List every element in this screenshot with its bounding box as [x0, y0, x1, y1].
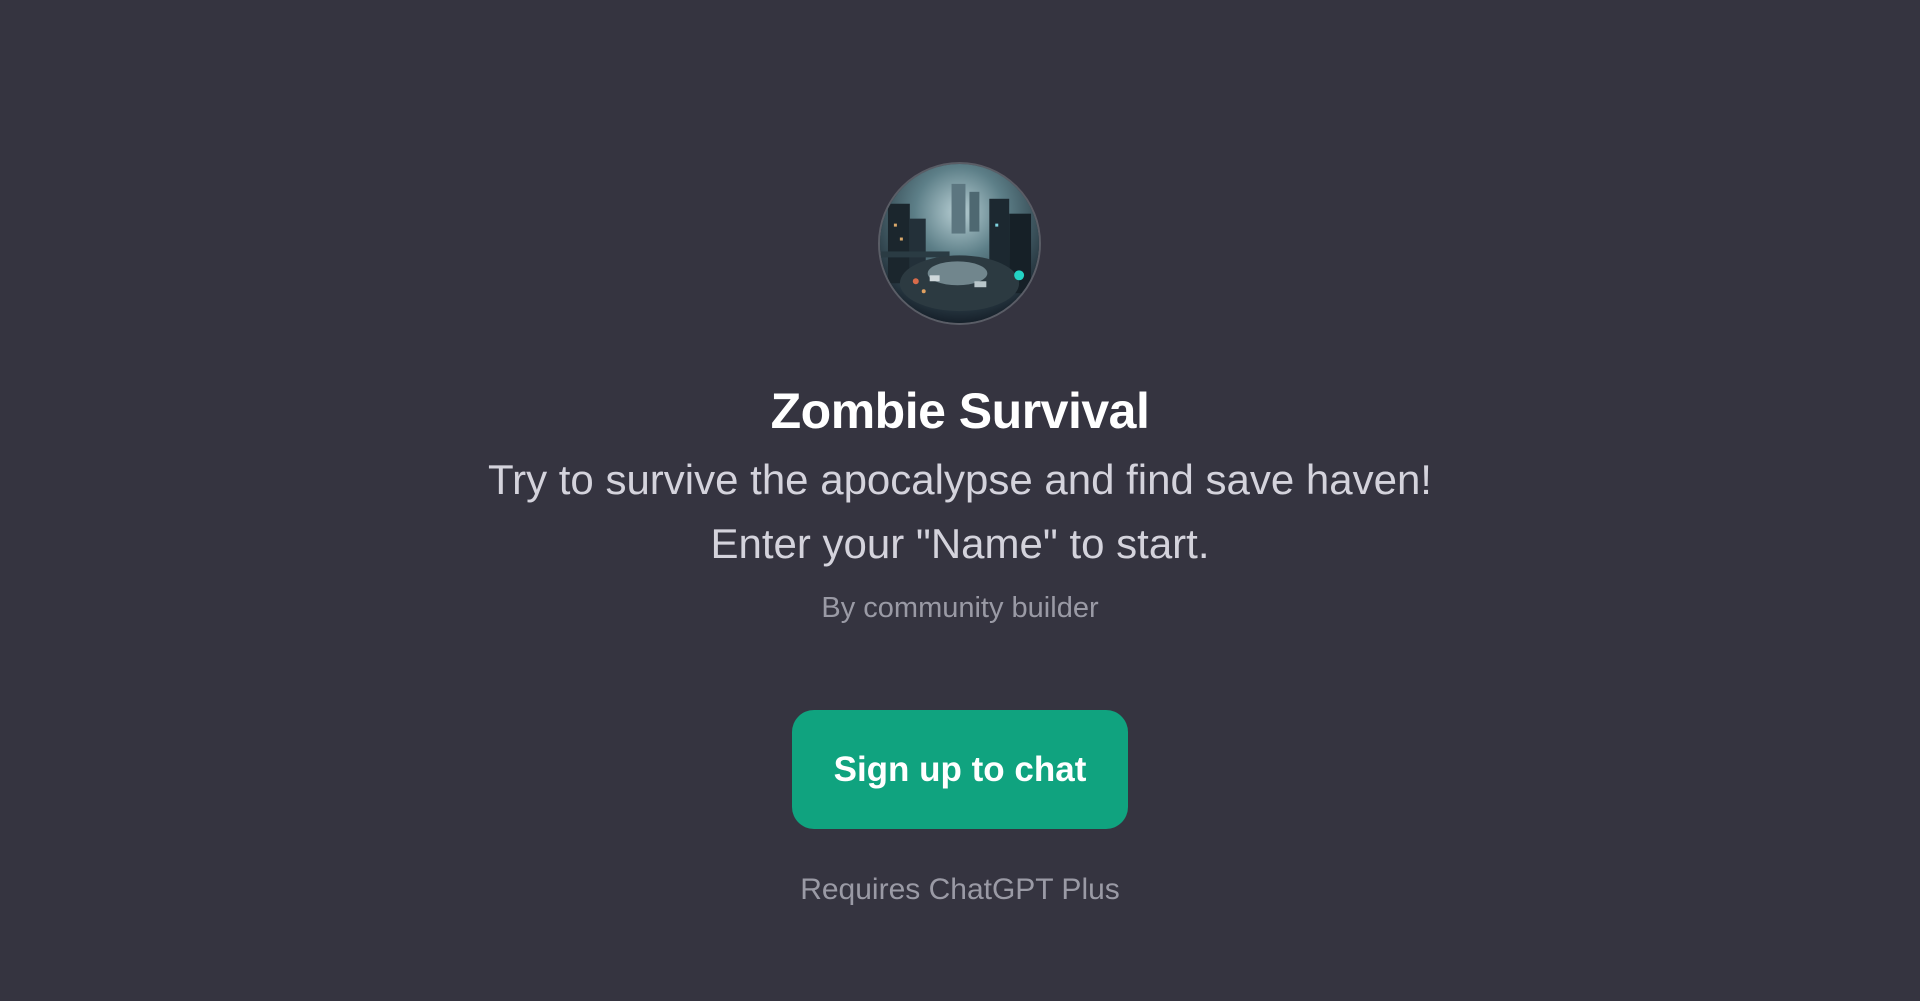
city-apocalypse-icon — [880, 164, 1039, 323]
gpt-landing-page: Zombie Survival Try to survive the apoca… — [0, 0, 1920, 1001]
gpt-description: Try to survive the apocalypse and find s… — [0, 448, 1920, 576]
author-byline: By community builder — [821, 592, 1099, 624]
sign-up-button[interactable]: Sign up to chat — [792, 710, 1128, 829]
gpt-avatar — [878, 162, 1041, 325]
requires-plus-note: Requires ChatGPT Plus — [800, 873, 1120, 906]
description-line-2: Enter your "Name" to start. — [710, 520, 1210, 567]
gpt-title: Zombie Survival — [770, 383, 1150, 439]
description-line-1: Try to survive the apocalypse and find s… — [488, 456, 1432, 503]
